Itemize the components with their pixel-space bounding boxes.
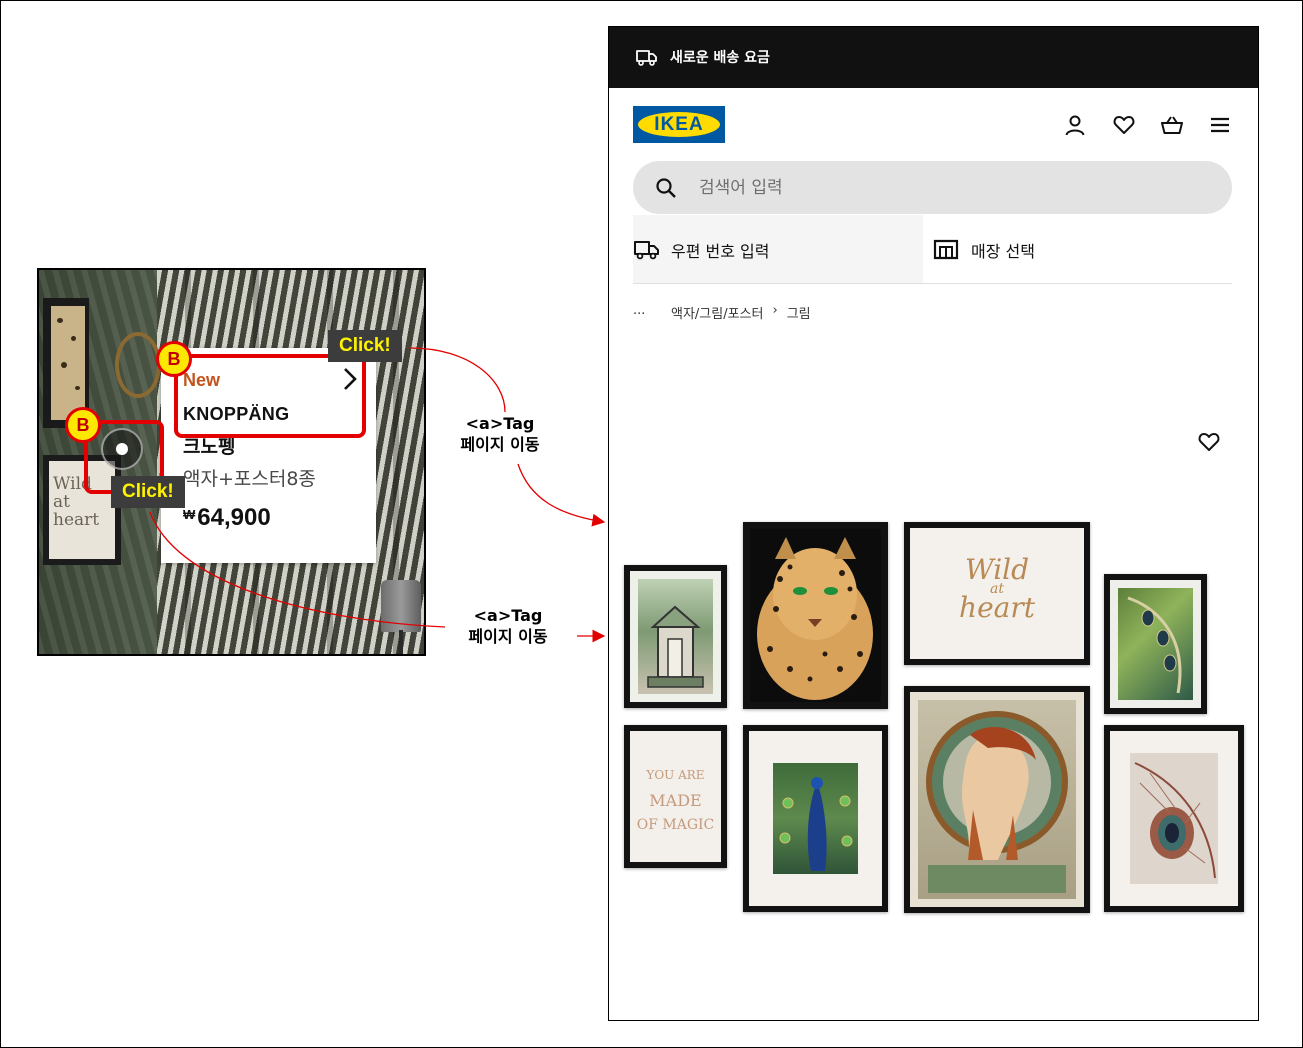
ikea-product-page: 새로운 배송 요금 IKEA 우편 번호 입력 [608,26,1259,1021]
store-icon [933,239,959,260]
delivery-truck-icon [634,241,659,260]
heart-icon[interactable] [1112,113,1136,137]
search-bar[interactable] [633,161,1232,214]
wild-text-line: Wild [964,553,1030,586]
frame-wild-at-heart: Wild at heart [904,522,1090,665]
lamp-stem [399,630,403,654]
ikea-logo[interactable]: IKEA [633,106,725,143]
zoomed-product-hotspot-panel: Wild at heart New KNOPPÄNG 크노펭 액자+포스터8종 … [37,268,426,656]
annotation-badge-b: B [156,341,192,377]
highlight-box-card [174,354,366,438]
breadcrumb-ellipsis[interactable]: ... [633,303,671,322]
wild-text-line: heart [959,591,1035,624]
frame-feather-eye-art [1104,725,1244,912]
click-callout: Click! [111,476,185,508]
arrow-label-line: 페이지 이동 [460,435,540,454]
breadcrumb-separator: › [772,303,778,318]
arrow-label-line: <a>Tag [473,606,543,625]
store-select-button[interactable]: 매장 선택 [923,215,1232,283]
user-icon[interactable] [1063,113,1087,137]
magic-text-line: OF MAGIC [636,817,715,833]
frame-magic-text-art: YOU ARE MADE OF MAGIC [624,725,727,868]
logo-text: IKEA [654,114,704,135]
product-description: 액자+포스터8종 [183,468,316,490]
frame-peacock-art [743,725,888,912]
delivery-truck-icon [636,50,657,66]
location-row: 우편 번호 입력 매장 선택 [633,215,1232,284]
promo-text[interactable]: 새로운 배송 요금 [670,47,770,67]
frame-art-nouveau-portrait [904,686,1090,913]
hamburger-menu-icon[interactable] [1208,113,1232,137]
breadcrumb: ... 액자/그림/포스터 › 그림 [633,303,811,322]
annotation-badge-b: B [65,407,101,443]
price-value: 64,900 [197,504,271,531]
postal-code-button[interactable]: 우편 번호 입력 [633,215,923,283]
frame-temple-art [624,565,727,708]
breadcrumb-item[interactable]: 그림 [787,303,811,322]
lower-arrow-label: <a>Tag 페이지 이동 [448,605,568,647]
currency-symbol: ₩ [183,507,196,522]
magic-text-line: MADE [649,791,702,810]
frame-leopard-art [743,522,888,709]
search-input[interactable] [699,161,1199,214]
product-price: ₩64,900 [183,504,271,532]
favorite-heart-icon[interactable] [1197,430,1221,454]
store-select-label: 매장 선택 [971,242,1035,261]
breadcrumb-item[interactable]: 액자/그림/포스터 [671,303,763,322]
arrow-label-line: <a>Tag [465,414,535,433]
shopping-basket-icon[interactable] [1160,113,1184,137]
arrow-label-line: 페이지 이동 [468,627,548,646]
lamp-image [381,580,421,632]
postal-code-label: 우편 번호 입력 [671,242,770,261]
frame-feather-art [1104,574,1207,714]
search-icon [656,178,676,198]
promo-bar[interactable]: 새로운 배송 요금 [609,27,1258,88]
round-mirror-image [115,332,161,398]
click-callout: Click! [328,330,402,362]
magic-text-line: YOU ARE [646,768,705,782]
upper-arrow-label: <a>Tag 페이지 이동 [440,413,560,455]
